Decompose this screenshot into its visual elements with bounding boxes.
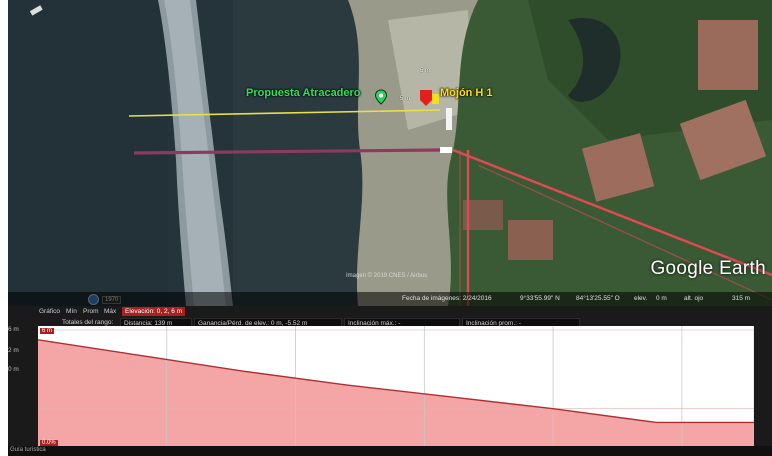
placemark-label-proposal[interactable]: Propuesta Atracadero xyxy=(246,87,361,99)
menu-max[interactable]: Máx xyxy=(104,308,116,315)
distance-label: 5 m xyxy=(400,96,411,102)
chart-top-tag: 6 m xyxy=(40,328,55,334)
distance-label-top: 5 m xyxy=(420,68,431,74)
tour-guide-link[interactable]: Guía turística xyxy=(10,447,46,453)
satellite-map[interactable]: Propuesta Atracadero Mojón H 1 5 m 5 m I… xyxy=(8,0,772,306)
google-earth-window: Propuesta Atracadero Mojón H 1 5 m 5 m I… xyxy=(8,0,772,456)
elevation-badge[interactable]: Elevación: 0, 2, 6 m xyxy=(122,307,186,316)
placemark-label-marker[interactable]: Mojón H 1 xyxy=(440,87,493,99)
google-earth-logo: Google Earth xyxy=(650,258,766,279)
elevation-chart-svg xyxy=(38,326,754,452)
pier-segment xyxy=(446,108,452,130)
map-status-bar: Fecha de imágenes: 2/24/2016 9°33'55.99"… xyxy=(8,292,772,306)
y-tick-label-low: 0 m xyxy=(8,366,19,373)
elevation-chart[interactable]: 6 m 0.0% xyxy=(38,326,754,452)
y-tick-label-mid: 2 m xyxy=(8,347,19,354)
bottom-bar: Guía turística xyxy=(8,446,772,456)
status-imagery-date: Fecha de imágenes: 2/24/2016 xyxy=(402,295,492,302)
status-latitude: 9°33'55.99" N xyxy=(520,295,560,302)
status-elevation: 0 m xyxy=(656,295,667,302)
status-elevation-label: elev. xyxy=(634,295,648,302)
imagery-credit: Imagen © 2019 CNES / Airbus xyxy=(346,273,428,279)
status-longitude: 84°13'25.55" O xyxy=(576,295,620,302)
elevation-profile-panel: Gráfico Mín Prom Máx Elevación: 0, 2, 6 … xyxy=(8,306,772,456)
boundary-marker-icon[interactable] xyxy=(418,88,440,108)
range-totals-label: Totales del rango: xyxy=(62,319,114,326)
menu-avg[interactable]: Prom xyxy=(83,308,99,315)
menu-min[interactable]: Mín xyxy=(66,308,77,315)
y-tick-label-top: 6 m xyxy=(8,326,19,333)
status-eye-label: alt. ojo xyxy=(684,295,704,302)
menu-graph[interactable]: Gráfico xyxy=(39,308,60,315)
status-eye-altitude: 315 m xyxy=(732,295,751,302)
placemark-pin-icon[interactable] xyxy=(374,89,388,105)
